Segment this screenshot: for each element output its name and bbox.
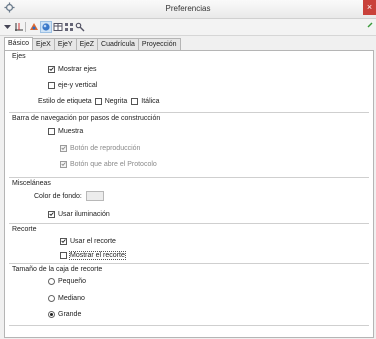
section-title-axes: Ejes (12, 53, 26, 60)
show-clipping-checkbox[interactable]: Mostrar el recorte (60, 250, 126, 260)
section-title-misc: Misceláneas (12, 180, 51, 187)
navigation-bar-section: Barra de navegación por pasos de constru… (9, 113, 369, 178)
tab-ejez[interactable]: EjeZ (75, 38, 99, 50)
tab-ejex[interactable]: EjeX (32, 38, 55, 50)
checkbox-checked-icon (60, 237, 67, 245)
axes-icon[interactable] (14, 22, 24, 32)
radio-medium[interactable]: Mediano (48, 293, 85, 303)
window-title: Preferencias (165, 4, 211, 13)
bold-label: Negrita (104, 97, 128, 105)
checkbox-unchecked-icon (48, 81, 55, 89)
toolbar (0, 19, 376, 36)
checkbox-checked-disabled-icon (60, 144, 67, 152)
geometry-icon[interactable] (29, 22, 39, 32)
close-button[interactable]: × (363, 0, 376, 15)
tab-cuadricula[interactable]: Cuadrícula (97, 38, 139, 50)
radio-small[interactable]: Pequeño (48, 276, 86, 286)
checkbox-label: Botón que abre el Protocolo (70, 160, 157, 168)
vertical-axis-checkbox[interactable]: eje-y vertical (48, 80, 97, 90)
radio-unselected-icon (48, 294, 55, 302)
tab-ejey[interactable]: EjeY (53, 38, 77, 50)
tab-content-basico: Ejes Mostrar ejes eje-y vertical Estilo … (4, 50, 374, 338)
section-title-navigation: Barra de navegación por pasos de constru… (12, 115, 161, 122)
checkbox-checked-icon (48, 210, 55, 218)
label-style-label: Estilo de etiqueta (38, 97, 92, 105)
radio-label: Grande (58, 310, 82, 318)
checkbox-label: Usar el recorte (70, 237, 116, 245)
tab-bar: Básico EjeX EjeY EjeZ Cuadrícula Proyecc… (4, 37, 181, 50)
label-style-row: Estilo de etiqueta Negrita Itálica (38, 96, 160, 106)
play-button-checkbox[interactable]: Botón de reproducción (60, 143, 140, 153)
clip-size-section: Tamaño de la caja de recorte Pequeño Med… (9, 264, 369, 326)
checkbox-label: Mostrar ejes (58, 65, 97, 73)
bold-checkbox[interactable] (94, 97, 102, 105)
bg-color-label: Color de fondo: (34, 192, 82, 200)
misc-section: Misceláneas Color de fondo: Usar ilumina… (9, 178, 369, 224)
background-color-row: Color de fondo: (34, 191, 104, 201)
checkbox-label: Botón de reproducción (70, 144, 141, 152)
lighting-checkbox[interactable]: Usar iluminación (48, 209, 110, 219)
checkbox-label: Usar iluminación (58, 210, 110, 218)
graphics-icon[interactable] (40, 21, 52, 33)
italic-label: Itálica (141, 97, 160, 105)
section-title-clipping: Recorte (12, 226, 37, 233)
use-clipping-checkbox[interactable]: Usar el recorte (60, 236, 116, 246)
radio-unselected-icon (48, 277, 55, 285)
triangle-menu-icon[interactable] (3, 22, 13, 32)
tab-proyeccion[interactable]: Proyección (137, 38, 181, 50)
tab-basico[interactable]: Básico (4, 37, 34, 50)
table-icon[interactable] (53, 22, 63, 32)
checkbox-label: eje-y vertical (58, 81, 98, 89)
checkbox-checked-disabled-icon (60, 160, 67, 168)
protocol-button-checkbox[interactable]: Botón que abre el Protocolo (60, 159, 157, 169)
grid-icon[interactable] (64, 22, 74, 32)
radio-label: Pequeño (58, 277, 87, 285)
tools-icon[interactable] (75, 22, 85, 32)
corner-mark-icon (367, 22, 373, 28)
axes-section: Ejes Mostrar ejes eje-y vertical Estilo … (9, 51, 369, 113)
title-bar: Preferencias × (0, 0, 376, 19)
checkbox-label: Mostrar el recorte (69, 250, 126, 260)
radio-large[interactable]: Grande (48, 309, 81, 319)
clipping-section: Recorte Usar el recorte Mostrar el recor… (9, 224, 369, 264)
show-axes-checkbox[interactable]: Mostrar ejes (48, 64, 97, 74)
checkbox-label: Muestra (58, 127, 84, 135)
divider (9, 325, 369, 326)
preferences-window: Preferencias × Básico EjeX EjeY EjeZ Cua… (0, 0, 376, 339)
checkbox-checked-icon (48, 65, 55, 73)
radio-selected-icon (48, 310, 55, 318)
section-title-clip-size: Tamaño de la caja de recorte (12, 266, 103, 273)
close-icon: × (366, 2, 373, 12)
toolbar-separator (25, 22, 26, 32)
checkbox-unchecked-icon (48, 127, 55, 135)
background-color-button[interactable] (85, 191, 104, 201)
checkbox-unchecked-icon (60, 251, 67, 259)
show-navigation-checkbox[interactable]: Muestra (48, 126, 83, 136)
radio-label: Mediano (58, 294, 85, 302)
italic-checkbox[interactable] (131, 97, 139, 105)
